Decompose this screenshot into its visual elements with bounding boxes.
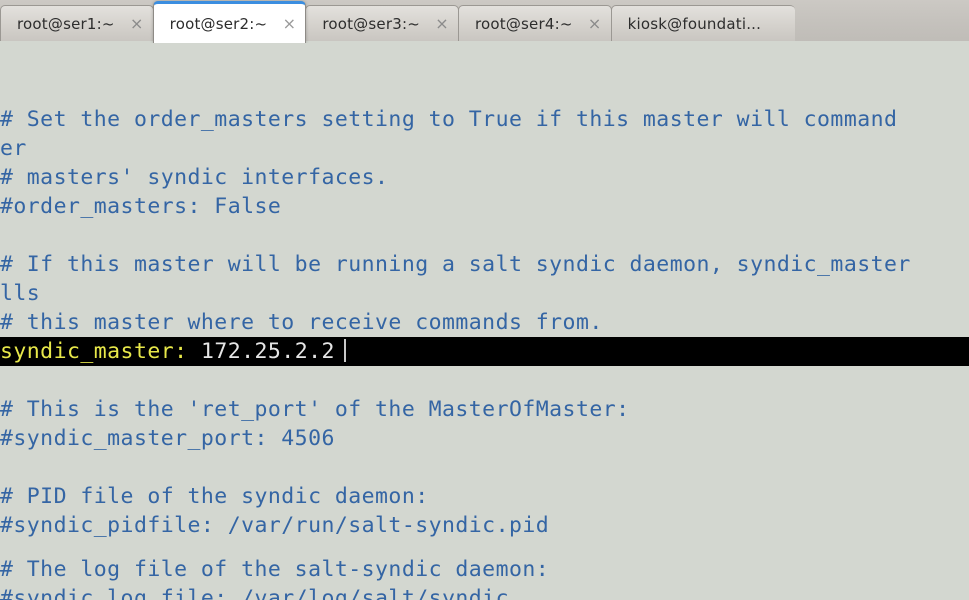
tab-root-ser1[interactable]: root@ser1:~ × xyxy=(0,5,154,41)
terminal-line: lls xyxy=(0,281,41,306)
config-value-text: 172.25.2.2 xyxy=(200,339,335,364)
close-icon[interactable]: × xyxy=(129,15,145,32)
close-icon[interactable]: × xyxy=(587,15,603,32)
tab-label: root@ser2:~ xyxy=(169,14,268,33)
tab-root-ser2[interactable]: root@ser2:~ × xyxy=(152,1,307,43)
terminal-line: # If this master will be running a salt … xyxy=(0,252,911,277)
terminal-line: #syndic_master_port: 4506 xyxy=(0,426,335,451)
terminal-line: # this master where to receive commands … xyxy=(0,310,603,335)
terminal-line: # masters' syndic interfaces. xyxy=(0,165,389,190)
terminal-line: #syndic_pidfile: /var/run/salt-syndic.pi… xyxy=(0,513,550,538)
tab-label: kiosk@foundati... xyxy=(627,14,762,33)
terminal-line: # Set the order_masters setting to True … xyxy=(0,107,898,132)
close-icon[interactable]: × xyxy=(281,15,297,32)
terminal-line-highlighted: syndic_master: 172.25.2.2 xyxy=(0,337,969,366)
tab-kiosk-foundation[interactable]: kiosk@foundati... xyxy=(610,5,796,41)
terminal-line: # PID file of the syndic daemon: xyxy=(0,484,429,509)
terminal-line: er xyxy=(0,136,27,161)
tab-label: root@ser1:~ xyxy=(17,14,115,33)
text-cursor xyxy=(343,339,346,362)
tab-root-ser4[interactable]: root@ser4:~ × xyxy=(457,5,612,41)
terminal-tab-bar: root@ser1:~ × root@ser2:~ × root@ser3:~ … xyxy=(0,0,969,43)
vim-status-line: -- INSERT -- 1056,26 8 xyxy=(0,579,969,600)
tab-root-ser3[interactable]: root@ser3:~ × xyxy=(305,5,459,41)
tab-label: root@ser3:~ xyxy=(322,14,420,33)
config-key: syndic_master: xyxy=(0,339,188,364)
terminal-line: #order_masters: False xyxy=(0,194,282,219)
config-value xyxy=(188,339,201,364)
tab-label: root@ser4:~ xyxy=(474,14,573,33)
close-icon[interactable]: × xyxy=(434,15,450,32)
terminal-line: # This is the 'ret_port' of the MasterOf… xyxy=(0,397,630,422)
terminal-screen[interactable]: # Set the order_masters setting to True … xyxy=(0,43,969,600)
